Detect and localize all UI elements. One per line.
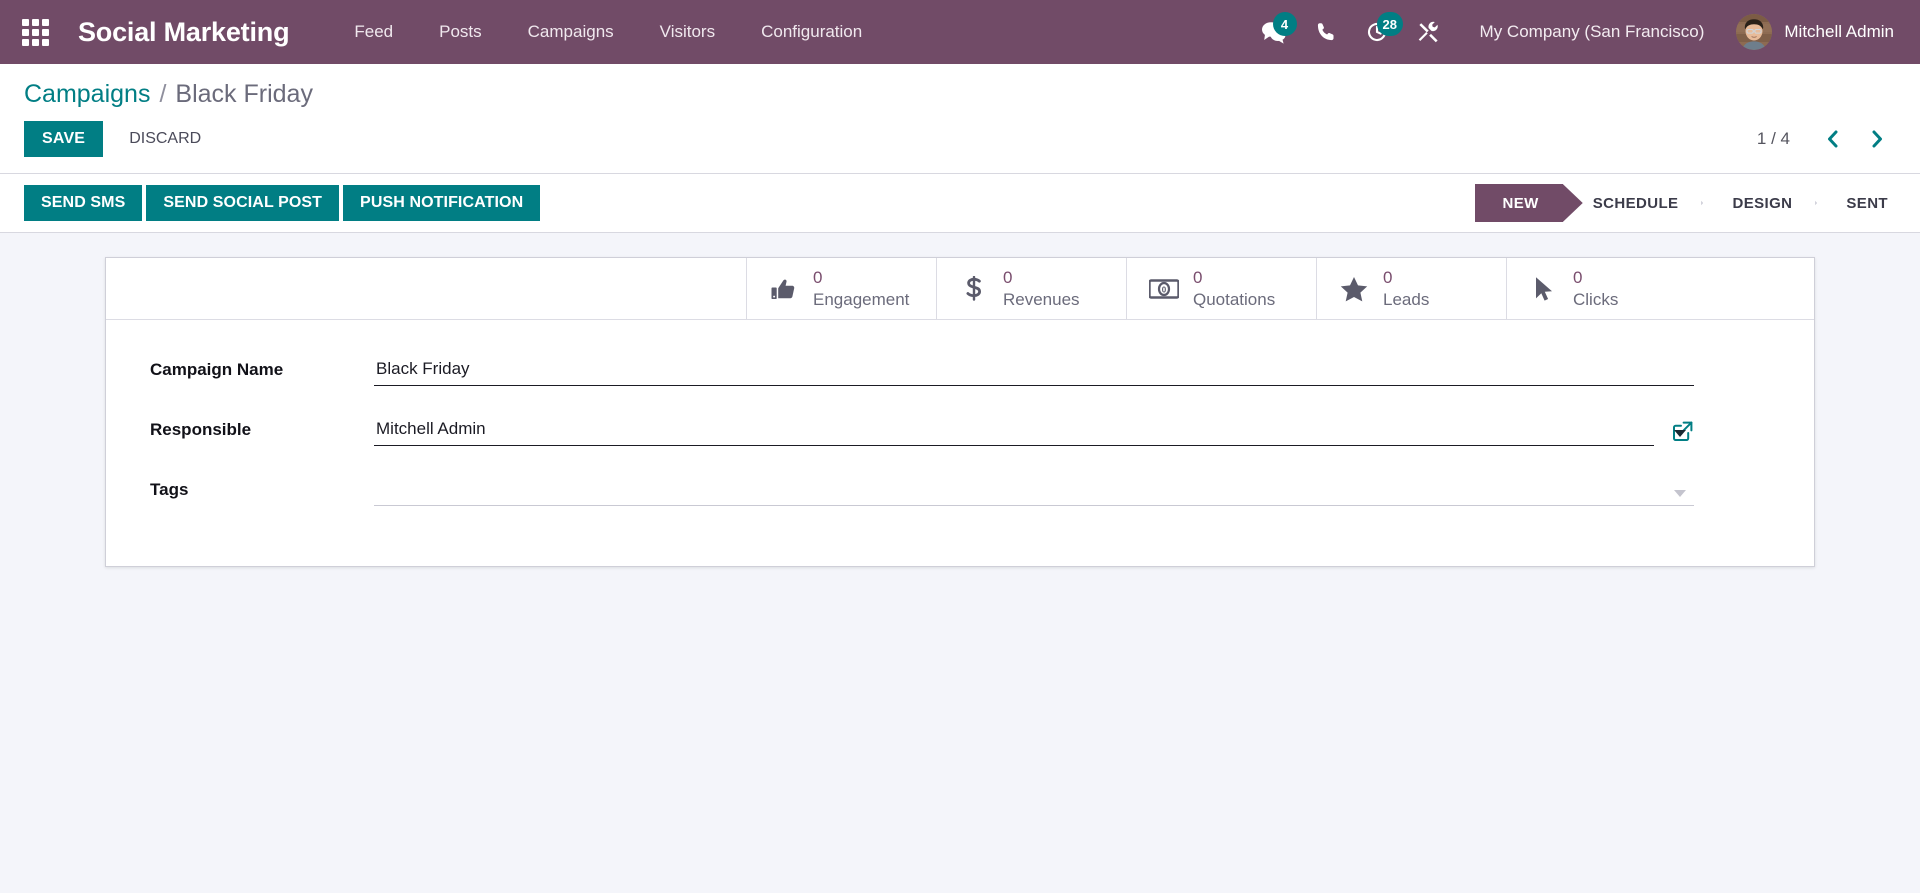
menu-item-campaigns[interactable]: Campaigns [505, 0, 637, 64]
stat-row-spacer [106, 258, 746, 319]
activities-badge: 28 [1376, 12, 1404, 36]
stat-label-engagement: Engagement [813, 289, 910, 309]
mouse-pointer-icon [1529, 276, 1559, 302]
money-bill-icon: 0 [1149, 278, 1179, 300]
pager-next-button[interactable] [1858, 124, 1896, 154]
internal-link-icon[interactable] [1672, 420, 1694, 442]
breadcrumb: Campaigns / Black Friday [24, 64, 1896, 115]
stat-label-leads: Leads [1383, 289, 1430, 309]
stat-label-clicks: Clicks [1573, 289, 1619, 309]
navbar-right-group: 4 28 My Company (San Francisco) Mitchell… [1247, 0, 1898, 64]
campaign-name-input[interactable] [374, 355, 1694, 386]
pager-previous-button[interactable] [1814, 124, 1852, 154]
field-row-tags: Tags [150, 466, 1770, 506]
tags-input[interactable] [374, 475, 1694, 506]
status-step-schedule[interactable]: SCHEDULE [1563, 184, 1703, 222]
menu-item-configuration[interactable]: Configuration [738, 0, 885, 64]
label-responsible: Responsible [150, 420, 252, 439]
app-brand-title[interactable]: Social Marketing [78, 17, 290, 48]
pager-count: 1 / 4 [1756, 129, 1790, 148]
stat-label-quotations: Quotations [1193, 289, 1276, 309]
record-pager: 1 / 4 [1757, 124, 1896, 154]
breadcrumb-separator: / [159, 80, 167, 108]
status-step-sent[interactable]: SENT [1816, 184, 1896, 222]
send-social-post-button[interactable]: SEND SOCIAL POST [146, 185, 340, 221]
status-step-design[interactable]: DESIGN [1702, 184, 1816, 222]
main-menu: Feed Posts Campaigns Visitors Configurat… [331, 0, 885, 64]
form-content-area: 0 Engagement 0 Revenues 0 0 Quotations 0… [0, 233, 1920, 893]
breadcrumb-current-record: Black Friday [175, 80, 313, 108]
stat-button-revenues[interactable]: 0 Revenues [936, 258, 1126, 319]
label-tags: Tags [150, 480, 189, 499]
chevron-left-icon [1828, 130, 1838, 148]
field-row-campaign-name: Campaign Name [150, 346, 1770, 386]
stat-label-revenues: Revenues [1003, 289, 1080, 309]
svg-text:0: 0 [1162, 285, 1167, 294]
thumbs-up-icon [769, 277, 799, 301]
chevron-right-icon [1872, 130, 1882, 148]
messages-icon[interactable]: 4 [1247, 0, 1301, 64]
phone-icon[interactable] [1301, 0, 1351, 64]
responsible-input[interactable] [374, 415, 1654, 446]
dollar-sign-icon [959, 275, 989, 302]
stat-value-clicks: 0 [1573, 268, 1583, 288]
send-sms-button[interactable]: SEND SMS [24, 185, 143, 221]
breadcrumb-parent-campaigns[interactable]: Campaigns [24, 80, 150, 109]
stat-buttons-row: 0 Engagement 0 Revenues 0 0 Quotations 0… [106, 258, 1814, 320]
label-campaign-name: Campaign Name [150, 360, 284, 379]
control-panel: Campaigns / Black Friday SAVE DISCARD 1 … [0, 64, 1920, 174]
user-name-label: Mitchell Admin [1784, 22, 1894, 41]
stat-button-engagement[interactable]: 0 Engagement [746, 258, 936, 319]
statusbar-row: SEND SMS SEND SOCIAL POST PUSH NOTIFICAT… [0, 174, 1920, 233]
menu-item-posts[interactable]: Posts [416, 0, 505, 64]
activities-clock-icon[interactable]: 28 [1351, 0, 1404, 64]
push-notification-button[interactable]: PUSH NOTIFICATION [343, 185, 541, 221]
status-pipeline: NEW SCHEDULE DESIGN SENT [1474, 184, 1896, 222]
user-avatar [1736, 14, 1773, 50]
stat-button-quotations[interactable]: 0 0 Quotations [1126, 258, 1316, 319]
menu-item-visitors[interactable]: Visitors [637, 0, 738, 64]
stat-button-leads[interactable]: 0 Leads [1316, 258, 1506, 319]
apps-grid-icon[interactable] [14, 11, 56, 53]
stat-button-clicks[interactable]: 0 Clicks [1506, 258, 1696, 319]
stat-value-leads: 0 [1383, 268, 1393, 288]
user-menu[interactable]: Mitchell Admin [1722, 14, 1898, 50]
company-switcher[interactable]: My Company (San Francisco) [1454, 22, 1723, 42]
discard-button[interactable]: DISCARD [113, 121, 217, 157]
form-fields: Campaign Name Responsible [106, 320, 1814, 566]
stat-value-revenues: 0 [1003, 268, 1013, 288]
form-sheet: 0 Engagement 0 Revenues 0 0 Quotations 0… [105, 257, 1815, 567]
menu-item-feed[interactable]: Feed [331, 0, 416, 64]
stat-value-quotations: 0 [1193, 268, 1203, 288]
stat-value-engagement: 0 [813, 268, 823, 288]
top-navbar: Social Marketing Feed Posts Campaigns Vi… [0, 0, 1920, 64]
star-icon [1339, 276, 1369, 302]
object-buttons-group: SEND SMS SEND SOCIAL POST PUSH NOTIFICAT… [24, 185, 541, 221]
record-actions-row: SAVE DISCARD 1 / 4 [24, 115, 1896, 173]
messages-badge: 4 [1272, 12, 1297, 36]
save-button[interactable]: SAVE [24, 121, 104, 157]
status-step-new[interactable]: NEW [1474, 184, 1563, 222]
field-row-responsible: Responsible [150, 406, 1770, 446]
debug-tools-icon[interactable] [1403, 0, 1454, 64]
